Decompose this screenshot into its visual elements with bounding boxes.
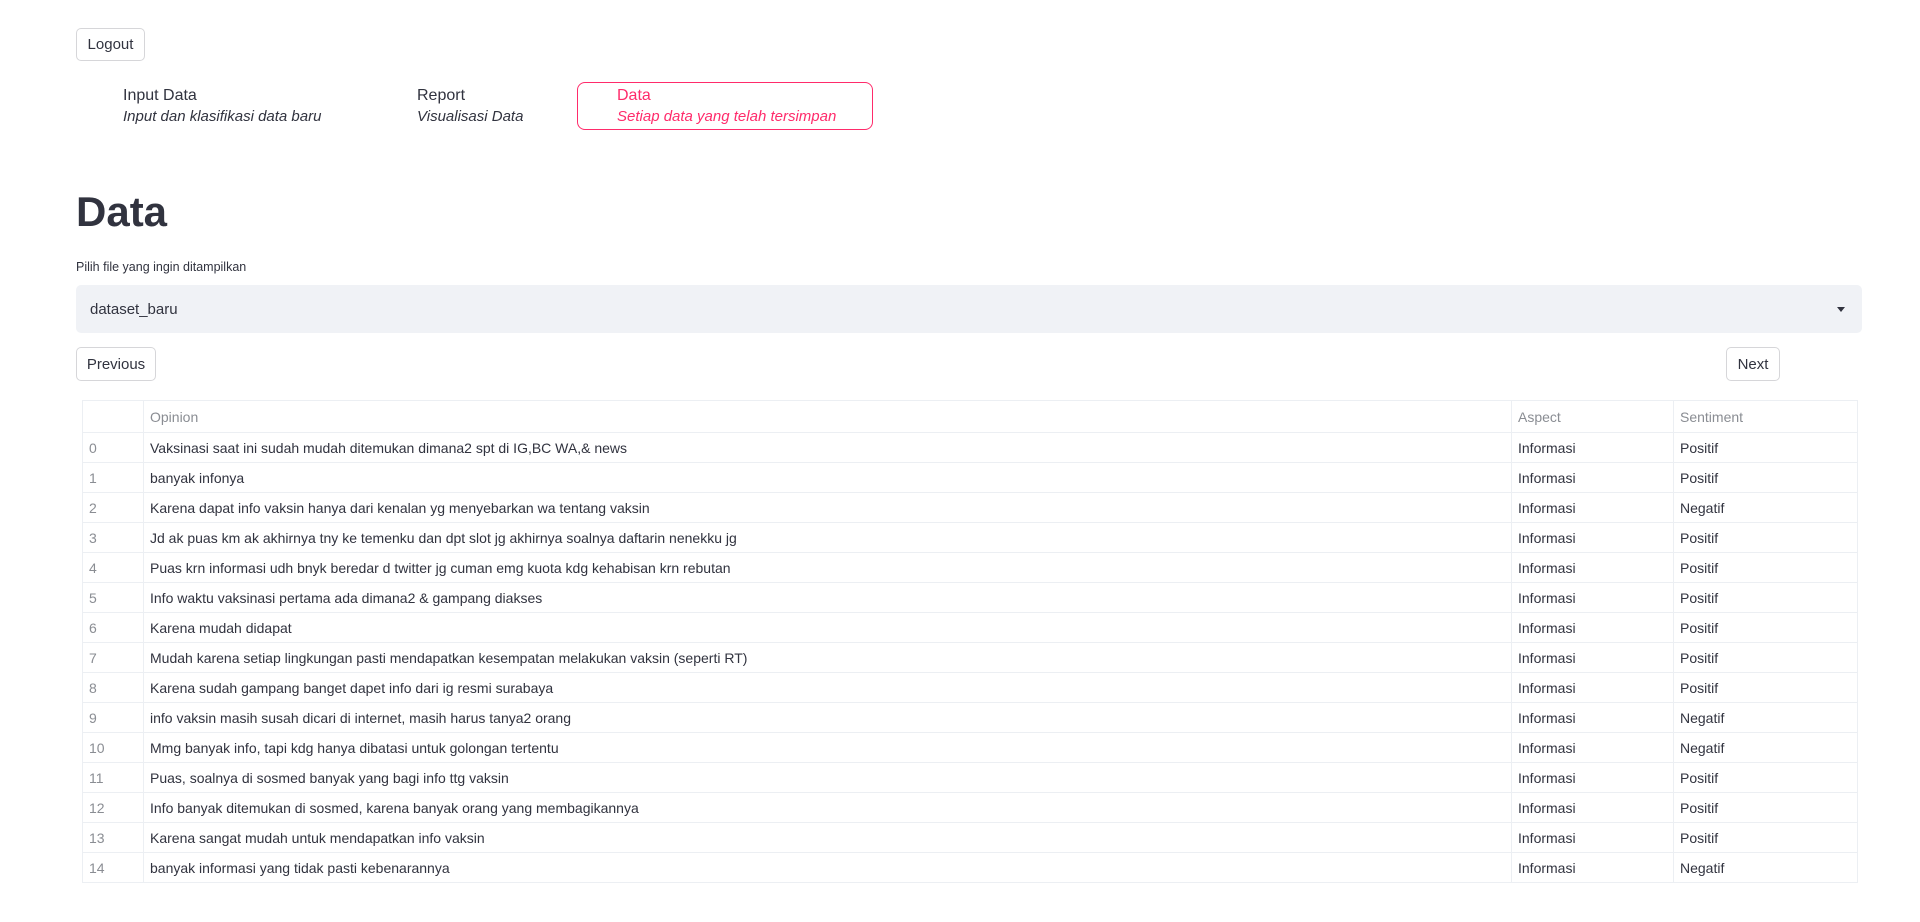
aspect-cell[interactable]: Informasi	[1511, 762, 1674, 793]
sentiment-cell[interactable]: Positif	[1673, 792, 1858, 823]
opinion-cell[interactable]: Info waktu vaksinasi pertama ada dimana2…	[143, 582, 1512, 613]
opinion-cell[interactable]: Karena sudah gampang banget dapet info d…	[143, 672, 1512, 703]
aspect-cell[interactable]: Informasi	[1511, 792, 1674, 823]
file-select-label: Pilih file yang ingin ditampilkan	[76, 260, 247, 274]
opinion-cell[interactable]: Puas, soalnya di sosmed banyak yang bagi…	[143, 762, 1512, 793]
nav-item-subtitle: Visualisasi Data	[417, 108, 524, 125]
sentiment-cell[interactable]: Negatif	[1673, 852, 1858, 883]
column-header-index	[82, 400, 144, 433]
sentiment-cell[interactable]: Positif	[1673, 522, 1858, 553]
table-row[interactable]: 8 Karena sudah gampang banget dapet info …	[82, 672, 1858, 703]
page-title: Data	[76, 188, 168, 235]
row-index[interactable]: 5	[82, 582, 144, 613]
sentiment-cell[interactable]: Negatif	[1673, 492, 1858, 523]
table-row[interactable]: 4 Puas krn informasi udh bnyk beredar d t…	[82, 552, 1858, 583]
sentiment-cell[interactable]: Negatif	[1673, 702, 1858, 733]
nav-item-subtitle: Setiap data yang telah tersimpan	[617, 108, 837, 125]
opinion-cell[interactable]: Info banyak ditemukan di sosmed, karena …	[143, 792, 1512, 823]
row-index[interactable]: 3	[82, 522, 144, 553]
sentiment-cell[interactable]: Positif	[1673, 822, 1858, 853]
sentiment-cell[interactable]: Positif	[1673, 552, 1858, 583]
table-row[interactable]: 7 Mudah karena setiap lingkungan pasti me…	[82, 642, 1858, 673]
table-row[interactable]: 1 banyak infonya Informasi Positif	[82, 462, 1858, 493]
sentiment-cell[interactable]: Positif	[1673, 612, 1858, 643]
row-index[interactable]: 9	[82, 702, 144, 733]
row-index[interactable]: 6	[82, 612, 144, 643]
nav-item-data[interactable]: Data Setiap data yang telah tersimpan	[577, 82, 873, 130]
table-row[interactable]: 5 Info waktu vaksinasi pertama ada dimana…	[82, 582, 1858, 613]
logout-button[interactable]: Logout	[76, 28, 145, 61]
file-select-value: dataset_baru	[90, 300, 178, 318]
column-header-opinion[interactable]: Opinion	[143, 400, 1512, 433]
aspect-cell[interactable]: Informasi	[1511, 702, 1674, 733]
opinion-cell[interactable]: banyak informasi yang tidak pasti kebena…	[143, 852, 1512, 883]
column-header-aspect[interactable]: Aspect	[1511, 400, 1674, 433]
sentiment-cell[interactable]: Positif	[1673, 762, 1858, 793]
opinion-cell[interactable]: info vaksin masih susah dicari di intern…	[143, 702, 1512, 733]
aspect-cell[interactable]: Informasi	[1511, 642, 1674, 673]
row-index[interactable]: 8	[82, 672, 144, 703]
nav-item-subtitle: Input dan klasifikasi data baru	[123, 108, 322, 125]
sentiment-cell[interactable]: Positif	[1673, 462, 1858, 493]
table-row[interactable]: 11 Puas, soalnya di sosmed banyak yang ba…	[82, 762, 1858, 793]
table-row[interactable]: 9 info vaksin masih susah dicari di inter…	[82, 702, 1858, 733]
aspect-cell[interactable]: Informasi	[1511, 552, 1674, 583]
row-index[interactable]: 4	[82, 552, 144, 583]
row-index[interactable]: 13	[82, 822, 144, 853]
table-row[interactable]: 0 Vaksinasi saat ini sudah mudah ditemuka…	[82, 432, 1858, 463]
opinion-cell[interactable]: Puas krn informasi udh bnyk beredar d tw…	[143, 552, 1512, 583]
row-index[interactable]: 1	[82, 462, 144, 493]
row-index[interactable]: 14	[82, 852, 144, 883]
opinion-cell[interactable]: Karena sangat mudah untuk mendapatkan in…	[143, 822, 1512, 853]
row-index[interactable]: 0	[82, 432, 144, 463]
table-row[interactable]: 10 Mmg banyak info, tapi kdg hanya dibata…	[82, 732, 1858, 763]
previous-button[interactable]: Previous	[76, 347, 156, 381]
aspect-cell[interactable]: Informasi	[1511, 582, 1674, 613]
aspect-cell[interactable]: Informasi	[1511, 852, 1674, 883]
opinion-cell[interactable]: Vaksinasi saat ini sudah mudah ditemukan…	[143, 432, 1512, 463]
row-index[interactable]: 11	[82, 762, 144, 793]
table-row[interactable]: 12 Info banyak ditemukan di sosmed, karen…	[82, 792, 1858, 823]
next-button[interactable]: Next	[1726, 347, 1780, 381]
nav-item-title: Data	[617, 87, 651, 104]
nav-item-title: Report	[417, 87, 466, 104]
sentiment-cell[interactable]: Positif	[1673, 582, 1858, 613]
opinion-cell[interactable]: Karena dapat info vaksin hanya dari kena…	[143, 492, 1512, 523]
aspect-cell[interactable]: Informasi	[1511, 732, 1674, 763]
sentiment-cell[interactable]: Positif	[1673, 642, 1858, 673]
table-row[interactable]: 13 Karena sangat mudah untuk mendapatkan …	[82, 822, 1858, 853]
aspect-cell[interactable]: Informasi	[1511, 672, 1674, 703]
opinion-cell[interactable]: Mmg banyak info, tapi kdg hanya dibatasi…	[143, 732, 1512, 763]
row-index[interactable]: 2	[82, 492, 144, 523]
aspect-cell[interactable]: Informasi	[1511, 462, 1674, 493]
aspect-cell[interactable]: Informasi	[1511, 822, 1674, 853]
table-row[interactable]: 14 banyak informasi yang tidak pasti kebe…	[82, 852, 1858, 883]
opinion-cell[interactable]: Jd ak puas km ak akhirnya tny ke temenku…	[143, 522, 1512, 553]
aspect-cell[interactable]: Informasi	[1511, 492, 1674, 523]
column-header-sentiment[interactable]: Sentiment	[1673, 400, 1858, 433]
table-header-row: Opinion Aspect Sentiment	[82, 400, 1858, 433]
table-row[interactable]: 3 Jd ak puas km ak akhirnya tny ke temenk…	[82, 522, 1858, 553]
aspect-cell[interactable]: Informasi	[1511, 612, 1674, 643]
sentiment-cell[interactable]: Positif	[1673, 432, 1858, 463]
opinion-cell[interactable]: Karena mudah didapat	[143, 612, 1512, 643]
data-table[interactable]: Opinion Aspect Sentiment 0 Vaksinasi saat…	[82, 400, 1858, 883]
opinion-cell[interactable]: banyak infonya	[143, 462, 1512, 493]
aspect-cell[interactable]: Informasi	[1511, 432, 1674, 463]
table-row[interactable]: 6 Karena mudah didapat Informasi Positif	[82, 612, 1858, 643]
row-index[interactable]: 7	[82, 642, 144, 673]
file-select[interactable]: dataset_baru	[76, 285, 1862, 333]
row-index[interactable]: 10	[82, 732, 144, 763]
sentiment-cell[interactable]: Negatif	[1673, 732, 1858, 763]
chevron-down-icon[interactable]	[1837, 306, 1845, 312]
nav-item-title: Input Data	[123, 87, 197, 104]
aspect-cell[interactable]: Informasi	[1511, 522, 1674, 553]
nav-item-report[interactable]: Report Visualisasi Data	[417, 82, 577, 130]
row-index[interactable]: 12	[82, 792, 144, 823]
opinion-cell[interactable]: Mudah karena setiap lingkungan pasti men…	[143, 642, 1512, 673]
nav-item-input-data[interactable]: Input Data Input dan klasifikasi data ba…	[123, 82, 343, 130]
table-row[interactable]: 2 Karena dapat info vaksin hanya dari ken…	[82, 492, 1858, 523]
sentiment-cell[interactable]: Positif	[1673, 672, 1858, 703]
